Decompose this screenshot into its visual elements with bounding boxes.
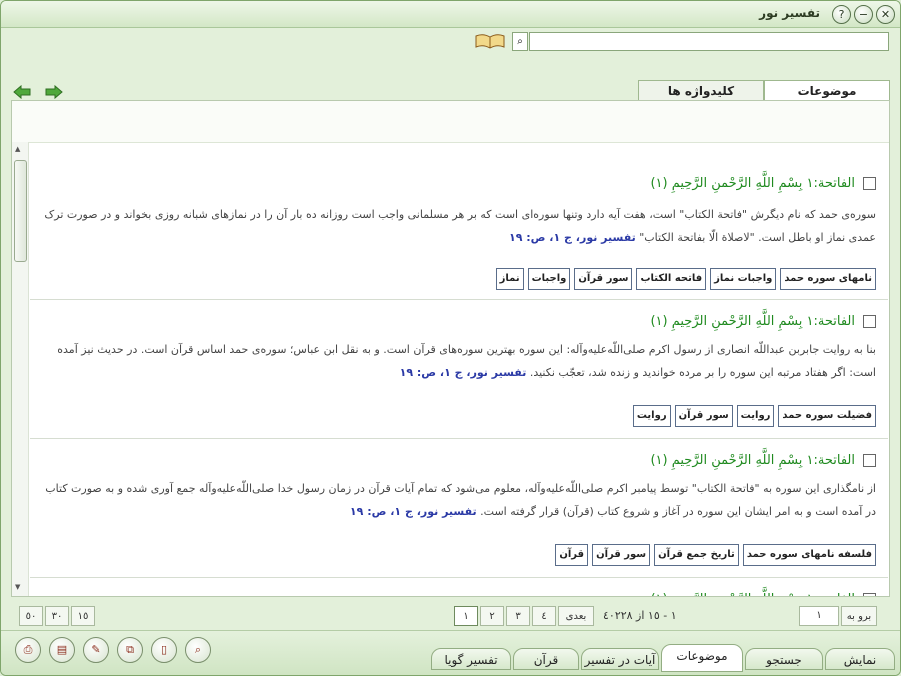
keyword-tag[interactable]: نماز [495,268,524,290]
page-button-active[interactable]: ١ [454,606,478,626]
search-input[interactable] [529,32,889,51]
page-button[interactable]: ٣ [506,606,530,626]
result-text: از نامگذارى اين سوره به "فاتحة الكتاب" ت… [45,482,876,518]
note-edit-icon[interactable]: ✎ [83,637,109,663]
keyword-list: فضیلت سوره حمدروایتسور قرآنروایت [629,403,876,427]
bottom-tab-topics[interactable]: موضوعات [661,644,743,672]
goto-page-button[interactable]: برو به [841,606,877,626]
bottom-tab-search[interactable]: جستجو [745,648,823,670]
result-checkbox[interactable] [863,177,876,190]
result-item: الفاتحة:١ بِسْمِ اللَّهِ الرَّحْمنِ الرَ… [30,578,888,596]
page-size-option[interactable]: ١٥ [71,606,95,626]
keyword-tag[interactable]: فاتحه الکتاب [636,268,707,290]
forward-arrow-icon[interactable] [45,84,63,100]
results-panel: ▲ ▼ الفاتحة:١ بِسْمِ اللَّهِ الرَّحْمنِ … [11,100,890,597]
result-title: الفاتحة:١ بِسْمِ اللَّهِ الرَّحْمنِ الرَ… [650,453,876,468]
tab-keywords[interactable]: کلیدواژه ها [638,80,764,101]
bottom-tab-quran[interactable]: قرآن [513,648,579,670]
keyword-tag[interactable]: سور قرآن [574,268,633,290]
page-size-option[interactable]: ٣٠ [45,606,69,626]
next-page-button[interactable]: بعدی [558,606,594,626]
page-size-option[interactable]: ٥٠ [19,606,43,626]
bottom-bar: ⎙ ▤ ✎ ⧉ ▯ ⌕ نمایش جستجو موضوعات آیات در … [1,630,900,675]
results-range: ١ - ١٥ از ٤٠٢٢٨ [603,609,677,622]
page-button[interactable]: ٤ [532,606,556,626]
keyword-tag[interactable]: سور قرآن [674,405,733,427]
scroll-thumb[interactable] [14,160,27,262]
print-icon[interactable]: ⎙ [15,637,41,663]
tab-topics[interactable]: موضوعات [764,80,890,102]
result-source[interactable]: تفسیر نور، ج ١، ص: ١٩ [350,505,477,518]
result-checkbox[interactable] [863,315,876,328]
result-checkbox[interactable] [863,454,876,467]
scroll-down-icon[interactable]: ▼ [15,583,20,591]
back-arrow-icon[interactable] [13,84,31,100]
result-text: سوره‌ى حمد كه نام ديگرش "فاتحة الكتاب" ا… [44,208,876,244]
window-title: تفسیر نور [759,6,820,20]
result-title: الفاتحة:١ بِسْمِ اللَّهِ الرَّحْمنِ الرَ… [650,314,876,329]
result-text: بنا به روايت جابربن عبداللّه انصارى از ر… [57,343,876,379]
result-item: الفاتحة:١ بِسْمِ اللَّهِ الرَّحْمنِ الرَ… [30,439,888,578]
page-button[interactable]: ٢ [480,606,504,626]
vertical-scrollbar[interactable]: ▲ ▼ [12,142,29,596]
search-icon[interactable]: ⌕ [512,32,528,51]
book-icon[interactable] [474,32,506,50]
keyword-tag[interactable]: روایت [736,405,775,427]
keyword-tag[interactable]: سور قرآن [592,544,651,566]
keyword-tag[interactable]: فضیلت سوره حمد [778,405,876,427]
bottom-tab-display[interactable]: نمایش [825,648,895,670]
book-export-icon[interactable]: ▤ [49,637,75,663]
keyword-tag[interactable]: فلسفه نامهای سوره حمد [742,544,876,566]
keyword-tag[interactable]: تاریخ جمع قرآن [654,544,739,566]
keyword-list: نامهای سوره حمدواجبات نمازفاتحه الکتابسو… [492,266,876,290]
bottom-tab-verses-in-tafsir[interactable]: آیات در تفسیر [581,648,659,670]
result-item: الفاتحة:١ بِسْمِ اللَّهِ الرَّحْمنِ الرَ… [30,300,888,439]
bottom-tab-audio-tafsir[interactable]: تفسیر گویا [431,648,511,670]
keyword-tag[interactable]: واجبات [527,268,571,290]
help-icon[interactable]: ? [832,5,851,24]
panel-header [12,101,889,143]
result-source[interactable]: تفسیر نور، ج ١، ص: ١٩ [509,231,636,244]
result-source[interactable]: تفسیر نور، ج ١، ص: ١٩ [400,366,527,379]
keyword-tag[interactable]: نامهای سوره حمد [780,268,876,290]
scroll-up-icon[interactable]: ▲ [15,145,20,153]
close-icon[interactable]: ✕ [876,5,895,24]
result-title: الفاتحة:١ بِسْمِ اللَّهِ الرَّحْمنِ الرَ… [650,592,876,596]
keyword-tag[interactable]: واجبات نماز [710,268,777,290]
zoom-icon[interactable]: ⌕ [185,637,211,663]
keyword-list: فلسفه نامهای سوره حمدتاریخ جمع قرآنسور ق… [551,542,876,566]
document-icon[interactable]: ▯ [151,637,177,663]
result-checkbox[interactable] [863,593,876,596]
pager-bar: ٥٠ ٣٠ ١٥ ١ ٢ ٣ ٤ بعدی ١ - ١٥ از ٤٠٢٢٨ بر… [11,598,890,630]
app-window: تفسیر نور ✕ − ? ⌕ موضوعات کلیدواژه ها ▲ … [0,0,901,676]
copy-icon[interactable]: ⧉ [117,637,143,663]
title-bar: تفسیر نور ✕ − ? [1,1,900,28]
result-item: الفاتحة:١ بِسْمِ اللَّهِ الرَّحْمنِ الرَ… [30,156,888,300]
goto-page-input[interactable] [799,606,839,626]
keyword-tag[interactable]: روایت [632,405,671,427]
result-title: الفاتحة:١ بِسْمِ اللَّهِ الرَّحْمنِ الرَ… [650,176,876,191]
minimize-icon[interactable]: − [854,5,873,24]
keyword-tag[interactable]: قرآن [555,544,589,566]
